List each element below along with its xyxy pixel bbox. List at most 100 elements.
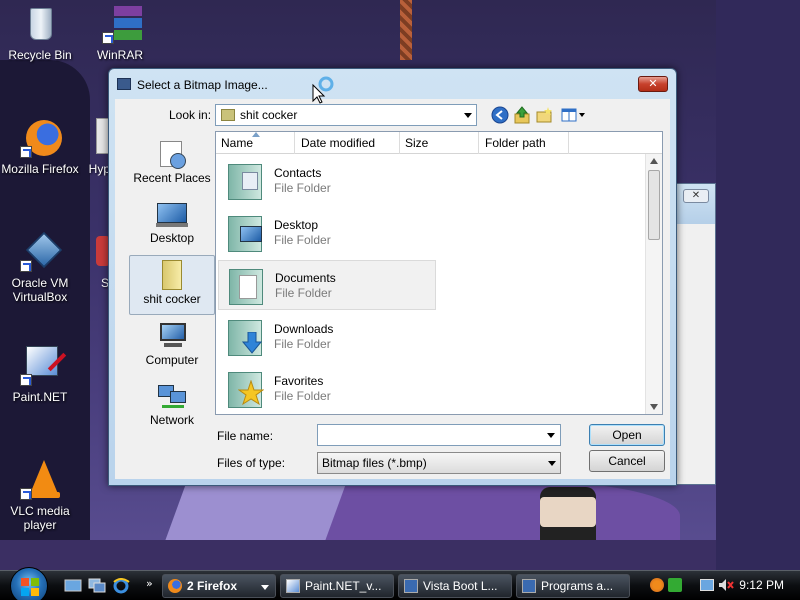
taskbar-item-firefox[interactable]: 2 Firefox [162,574,276,598]
list-item[interactable]: Contacts File Folder [218,156,436,206]
quick-launch-overflow-icon[interactable]: » [146,577,153,590]
desktop-folder-icon [224,212,264,254]
desktop-icon-label: Hyp [88,162,110,176]
file-name: Documents [275,271,336,285]
taskbar-item-label: Programs a... [541,579,614,593]
desktop-icon-recycle-bin[interactable]: Recycle Bin [0,4,80,62]
network-icon [156,381,188,411]
start-button[interactable] [10,567,48,600]
desktop-icon-winrar[interactable]: WinRAR [80,4,160,62]
place-recent-places[interactable]: Recent Places [129,135,215,193]
file-list-scrollbar[interactable] [645,154,662,414]
background-window-titlebar[interactable]: ✕ [677,184,715,224]
scroll-down-icon[interactable] [650,404,658,410]
windows-logo-icon [21,578,39,596]
file-type: File Folder [275,286,332,300]
chevron-down-icon [548,461,556,466]
desktop-icon-virtualbox[interactable]: Oracle VM VirtualBox [0,231,80,304]
scroll-up-icon[interactable] [650,158,658,164]
network-icon[interactable] [700,579,714,591]
column-header-date-modified[interactable]: Date modified [301,136,375,150]
list-item[interactable]: Downloads File Folder [218,312,436,362]
desktop-icon-label-line2: player [23,518,57,532]
look-in-dropdown[interactable]: shit cocker [215,104,477,126]
place-desktop[interactable]: Desktop [129,195,215,253]
dialog-title: Select a Bitmap Image... [137,78,268,92]
list-item-selected[interactable]: Documents File Folder [218,260,436,310]
firefox-icon [20,118,62,158]
dialog-close-button[interactable]: ✕ [638,76,668,92]
taskbar-item-vista-boot[interactable]: Vista Boot L... [398,574,512,598]
look-in-value: shit cocker [240,108,298,122]
background-window[interactable]: ✕ [676,183,716,485]
tray-security-icon[interactable] [668,578,682,592]
place-network[interactable]: Network [129,377,215,435]
select-bitmap-dialog: Select a Bitmap Image... ✕ Look in: shit… [108,68,677,486]
place-computer[interactable]: Computer [129,317,215,375]
scrollbar-thumb[interactable] [648,170,660,240]
taskbar-item-paintnet[interactable]: Paint.NET_v... [280,574,394,598]
desktop-icon [156,199,188,229]
list-item[interactable]: Desktop File Folder [218,208,436,258]
dialog-titlebar[interactable]: Select a Bitmap Image... ✕ [109,69,676,99]
chevron-down-icon [464,113,472,118]
file-name-input[interactable] [317,424,561,446]
place-label: Computer [145,353,199,367]
file-name-dropdown-button[interactable] [543,425,559,445]
internet-explorer-icon[interactable] [112,578,130,594]
file-type: File Folder [274,233,331,247]
place-label: Desktop [149,231,195,245]
taskbar-item-programs[interactable]: Programs a... [516,574,630,598]
paintnet-icon [20,346,67,386]
view-menu-button[interactable] [561,106,587,124]
place-user-folder[interactable]: shit cocker [129,255,215,315]
back-arrow-icon [491,106,509,124]
look-in-label: Look in: [169,108,212,122]
column-header-folder-path[interactable]: Folder path [485,136,546,150]
recycle-bin-icon [20,4,60,44]
taskbar-item-label: 2 Firefox [187,579,238,593]
switch-windows-icon[interactable] [88,578,106,594]
recent-places-icon [156,139,188,169]
taskbar-item-label: Vista Boot L... [423,579,498,593]
file-list[interactable]: Name Date modified Size Folder path Cont… [215,131,663,415]
place-label: Network [149,413,194,427]
places-bar: Recent Places Desktop shit cocker Comput… [121,135,215,427]
volume-muted-icon[interactable] [718,578,734,592]
files-of-type-label: Files of type: [217,456,286,470]
list-item[interactable]: Favorites File Folder [218,364,436,414]
desktop-icon-hypercam[interactable]: Hyp [74,118,110,176]
contacts-folder-icon [224,160,264,202]
clock[interactable]: 9:12 PM [739,578,784,592]
desktop-icon-app[interactable]: S [74,232,110,290]
chevron-down-icon [261,585,269,590]
vlc-icon [20,460,60,500]
background-window-close-button[interactable]: ✕ [683,189,709,203]
busy-cursor-icon [312,76,334,104]
show-desktop-icon[interactable] [64,578,82,594]
desktop-icon-paintnet[interactable]: Paint.NET [0,346,80,404]
column-header-size[interactable]: Size [405,136,428,150]
new-folder-button[interactable] [535,106,555,124]
up-folder-button[interactable] [513,106,533,124]
open-button[interactable]: Open [589,424,665,446]
back-button[interactable] [491,106,511,124]
desktop-icon-vlc[interactable]: VLC media player [0,460,80,532]
chevron-down-icon [547,433,555,438]
virtualbox-icon [20,231,63,272]
user-folder-icon [156,260,188,290]
cancel-button[interactable]: Cancel [589,450,665,472]
file-list-header: Name Date modified Size Folder path [216,132,662,154]
up-folder-icon [514,106,530,124]
desktop-icon-label: VLC media [10,504,70,518]
desktop-icon-label: Oracle VM [11,276,69,290]
file-name: Downloads [274,322,334,336]
dialog-title-icon [117,78,131,90]
window-icon [522,579,536,593]
column-header-name[interactable]: Name [221,136,253,150]
desktop-icon-label: WinRAR [96,48,143,62]
tray-app-icon[interactable] [650,578,664,592]
desktop-icon-firefox[interactable]: Mozilla Firefox [0,118,80,176]
window-icon [404,579,418,593]
files-of-type-dropdown[interactable]: Bitmap files (*.bmp) [317,452,561,474]
